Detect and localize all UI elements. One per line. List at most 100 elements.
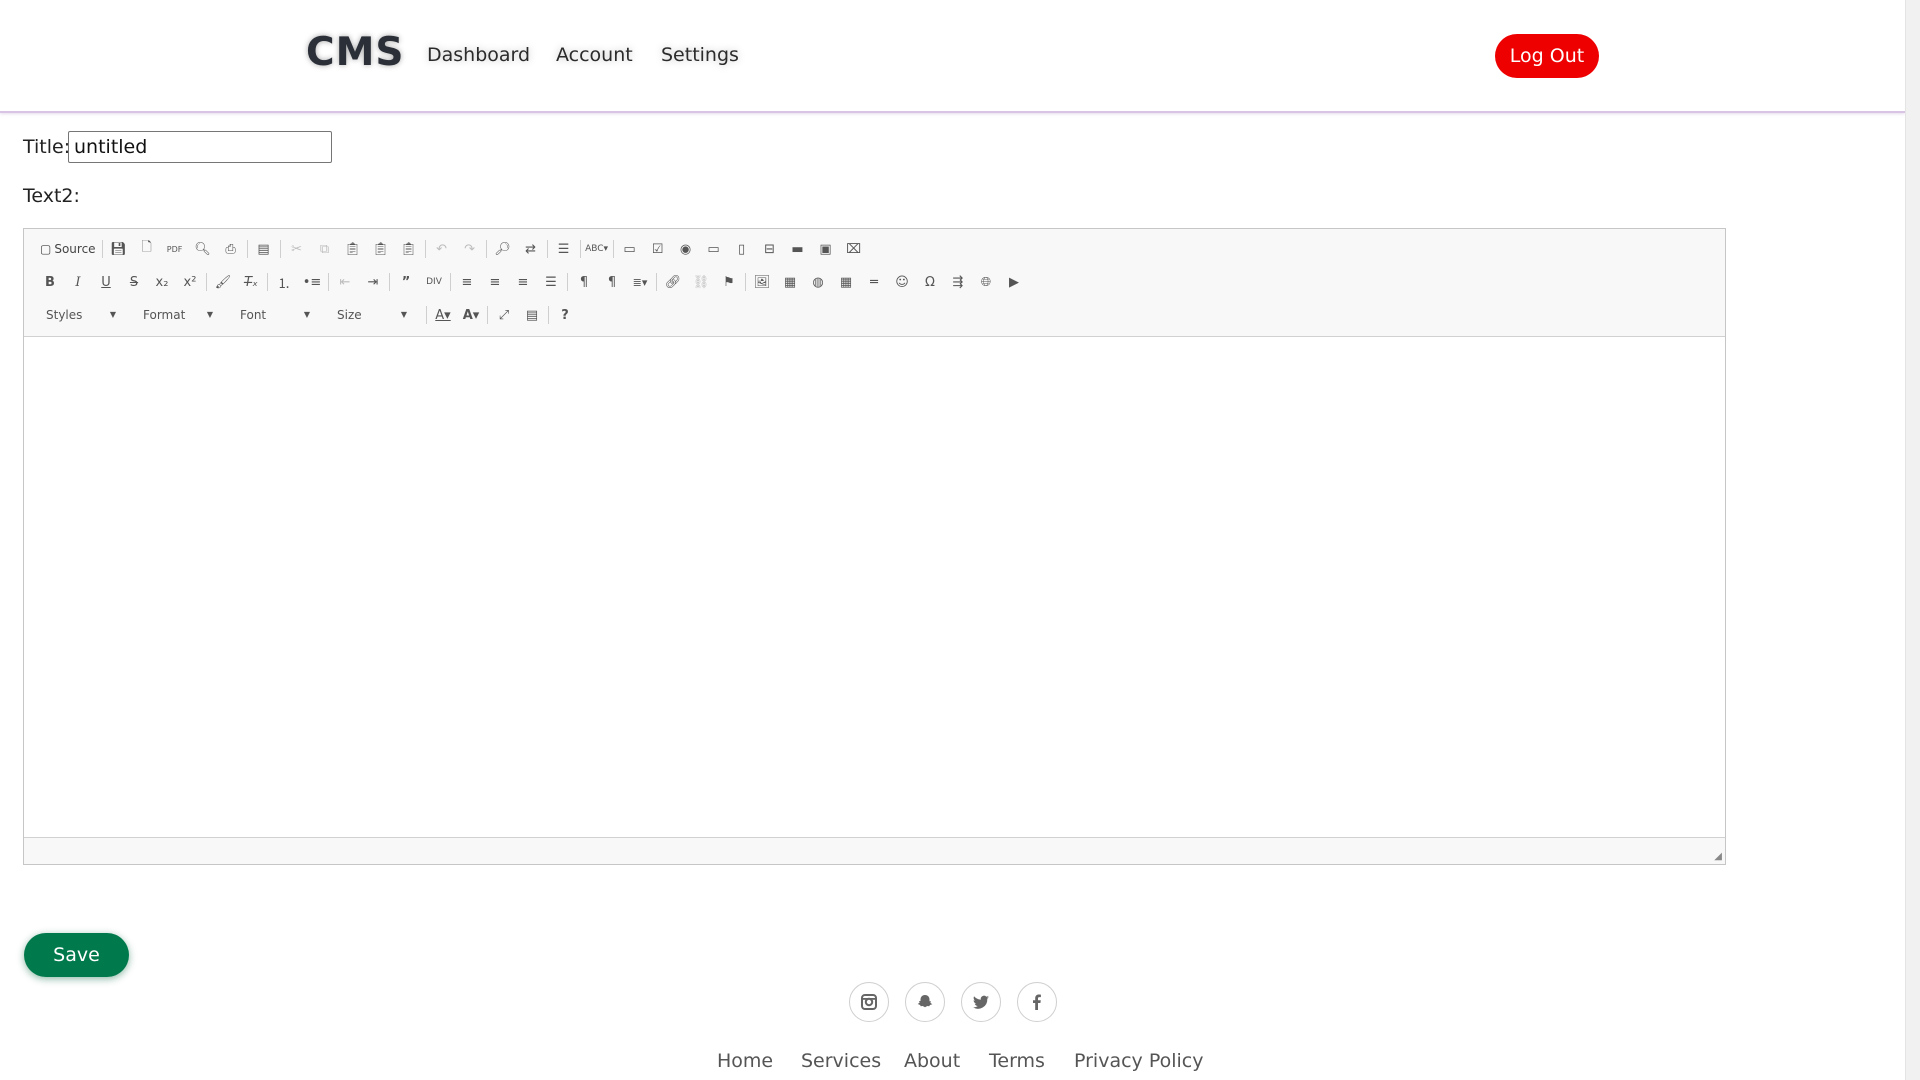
- button-icon[interactable]: ▬: [784, 237, 812, 261]
- paste-icon[interactable]: 📋︎: [339, 237, 367, 261]
- link-icon[interactable]: 🔗︎: [659, 270, 687, 294]
- flash-icon[interactable]: ▦: [776, 270, 804, 294]
- bold-icon[interactable]: B: [36, 270, 64, 294]
- footer-link-services[interactable]: Services: [801, 1050, 881, 1072]
- toolbar-separator: [656, 273, 657, 291]
- page-break-icon[interactable]: ⇶: [944, 270, 972, 294]
- smiley-icon[interactable]: ☺: [888, 270, 916, 294]
- print-icon[interactable]: ⎙: [217, 237, 245, 261]
- toolbar-separator: [487, 306, 488, 324]
- background-color-icon[interactable]: A▾: [457, 303, 485, 327]
- preview-icon[interactable]: 🔍︎: [189, 237, 217, 261]
- blockquote-icon[interactable]: ”: [392, 270, 420, 294]
- toolbar-separator: [426, 306, 427, 324]
- brand-logo[interactable]: CMS: [306, 30, 405, 75]
- form-icon[interactable]: ▭: [616, 237, 644, 261]
- undo-icon[interactable]: ↶: [428, 237, 456, 261]
- rtl-icon[interactable]: ¶: [598, 270, 626, 294]
- copy-icon[interactable]: ⧉: [311, 237, 339, 261]
- size-combo[interactable]: Size ▼: [327, 304, 411, 326]
- justify-icon[interactable]: ☰: [537, 270, 565, 294]
- underline-icon[interactable]: U: [92, 270, 120, 294]
- remove-format-icon[interactable]: T̶ₓ: [237, 270, 265, 294]
- iframe-globe-icon[interactable]: 🌐︎: [972, 270, 1000, 294]
- logout-button[interactable]: Log Out: [1495, 34, 1599, 78]
- italic-icon[interactable]: I: [64, 270, 92, 294]
- footer-link-home[interactable]: Home: [717, 1050, 773, 1072]
- toolbar-separator: [579, 240, 581, 258]
- nav-account[interactable]: Account: [556, 44, 633, 66]
- youtube-icon[interactable]: ▶: [1000, 270, 1028, 294]
- nav-settings[interactable]: Settings: [661, 44, 739, 66]
- toolbar-separator: [279, 240, 281, 258]
- image-icon[interactable]: 🖼︎: [748, 270, 776, 294]
- show-blocks-icon[interactable]: ▤: [518, 303, 546, 327]
- footer-link-about[interactable]: About: [904, 1050, 960, 1072]
- strikethrough-icon[interactable]: S: [120, 270, 148, 294]
- align-right-icon[interactable]: ≡: [509, 270, 537, 294]
- chevron-down-icon: ▼: [303, 310, 310, 319]
- toolbar-separator: [485, 240, 487, 258]
- save-button[interactable]: Save: [24, 933, 129, 977]
- align-left-icon[interactable]: ≡: [453, 270, 481, 294]
- div-container-icon[interactable]: DIV: [420, 270, 448, 294]
- image-button-icon[interactable]: ▣: [812, 237, 840, 261]
- copy-format-icon[interactable]: 🖌︎: [209, 270, 237, 294]
- maximize-icon[interactable]: ⤢: [490, 303, 518, 327]
- snapchat-link[interactable]: [905, 982, 945, 1022]
- format-combo[interactable]: Format ▼: [133, 304, 217, 326]
- subscript-icon[interactable]: x₂: [148, 270, 176, 294]
- horizontal-line-icon[interactable]: ═: [860, 270, 888, 294]
- toolbar-separator: [389, 273, 390, 291]
- toolbar-separator: [548, 306, 549, 324]
- editor-content-area[interactable]: [24, 337, 1725, 837]
- anchor-icon[interactable]: ⚑: [715, 270, 743, 294]
- superscript-icon[interactable]: x²: [176, 270, 204, 294]
- unlink-icon[interactable]: ⛓: [687, 270, 715, 294]
- nav-dashboard[interactable]: Dashboard: [427, 44, 530, 66]
- templates-icon[interactable]: ▤: [250, 237, 278, 261]
- format-combo-label: Format: [143, 308, 186, 322]
- save-doc-icon[interactable]: 💾︎: [105, 237, 133, 261]
- toolbar-separator: [267, 273, 268, 291]
- paste-word-icon[interactable]: 📋︎: [395, 237, 423, 261]
- find-icon[interactable]: 🔎︎: [489, 237, 517, 261]
- spellcheck-icon[interactable]: ABC▾: [583, 237, 611, 261]
- text-color-icon[interactable]: A▾: [429, 303, 457, 327]
- source-button[interactable]: ▢ Source: [36, 237, 100, 261]
- footer-link-terms[interactable]: Terms: [989, 1050, 1045, 1072]
- textfield-icon[interactable]: ▭: [700, 237, 728, 261]
- select-all-icon[interactable]: ☰: [550, 237, 578, 261]
- textarea-icon[interactable]: ▯: [728, 237, 756, 261]
- facebook-link[interactable]: [1017, 982, 1057, 1022]
- styles-combo[interactable]: Styles ▼: [36, 304, 120, 326]
- radio-icon[interactable]: ◉: [672, 237, 700, 261]
- select-field-icon[interactable]: ⊟: [756, 237, 784, 261]
- ltr-icon[interactable]: ¶: [570, 270, 598, 294]
- page-scrollbar[interactable]: [1905, 0, 1920, 1080]
- language-icon[interactable]: ≣▾: [626, 270, 654, 294]
- align-center-icon[interactable]: ≡: [481, 270, 509, 294]
- replace-icon[interactable]: ⇄: [517, 237, 545, 261]
- paste-text-icon[interactable]: 📋︎: [367, 237, 395, 261]
- font-combo[interactable]: Font ▼: [230, 304, 314, 326]
- table-icon[interactable]: ▦: [832, 270, 860, 294]
- export-pdf-icon[interactable]: PDF: [161, 237, 189, 261]
- outdent-icon[interactable]: ⇤: [331, 270, 359, 294]
- checkbox-icon[interactable]: ☑: [644, 237, 672, 261]
- twitter-link[interactable]: [961, 982, 1001, 1022]
- footer-link-privacy-policy[interactable]: Privacy Policy: [1074, 1050, 1203, 1072]
- iframe-icon[interactable]: ◍: [804, 270, 832, 294]
- resize-handle-icon[interactable]: ◢: [1714, 851, 1722, 862]
- hidden-field-icon[interactable]: ⌧: [840, 237, 868, 261]
- cut-icon[interactable]: ✂: [283, 237, 311, 261]
- redo-icon[interactable]: ↷: [456, 237, 484, 261]
- special-char-icon[interactable]: Ω: [916, 270, 944, 294]
- help-icon[interactable]: ?: [551, 303, 579, 327]
- new-page-icon[interactable]: 🗋︎: [133, 237, 161, 261]
- numbered-list-icon[interactable]: ⒈: [270, 270, 298, 294]
- indent-icon[interactable]: ⇥: [359, 270, 387, 294]
- bulleted-list-icon[interactable]: •≡: [298, 270, 326, 294]
- title-input[interactable]: [68, 131, 332, 163]
- instagram-link[interactable]: [849, 982, 889, 1022]
